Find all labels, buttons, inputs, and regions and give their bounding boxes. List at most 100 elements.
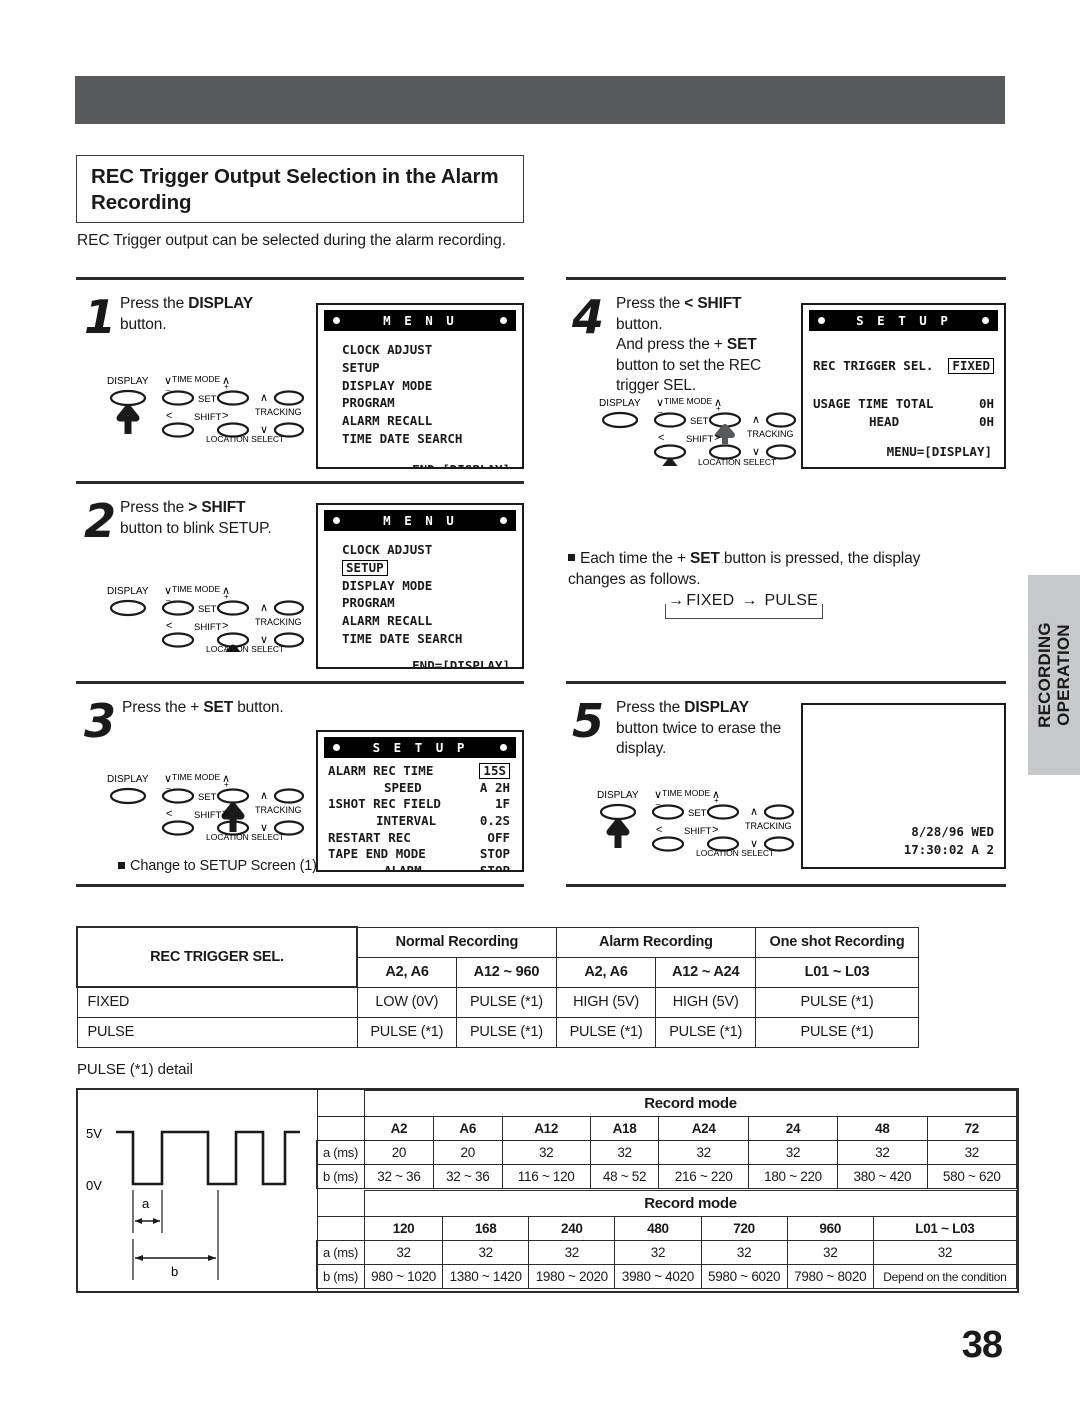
step-3-text: Press the + SET button. [122,698,362,719]
menu-item: DISPLAY MODE [342,577,433,593]
mode-col: 168 [442,1216,530,1241]
shift-left-button [161,632,195,648]
osd-dot-left-icon [333,317,340,324]
step-2-instruction: Press the > SHIFT button to blink SETUP. [120,499,272,537]
cell: 3980 ~ 4020 [614,1264,702,1289]
svg-text:+: + [224,592,229,601]
menu-item: ALARM RECALL [342,613,433,628]
menu-item: TIME DATE SEARCH [342,430,463,446]
cell: Depend on the condition [872,1264,1018,1289]
menu-item: TIME DATE SEARCH [342,630,463,646]
shift-label: SHIFT [684,826,712,837]
cell: 180 ~ 220 [747,1164,839,1189]
cell: 7980 ~ 8020 [786,1264,874,1289]
mode-col: A12 [501,1116,591,1141]
osd-date: 8/28/96 WED [911,823,994,839]
pulse-detail-table-1: Record mode A2 A6 A12 A18 A24 24 48 72 a… [316,1090,1018,1189]
screen-1-title: M E N U [383,313,457,328]
shift-label: SHIFT [194,622,222,633]
cell: 20 [432,1140,503,1165]
right-glyph: > [714,432,720,444]
left-glyph: < [166,410,172,422]
intro-text: REC Trigger output can be selected durin… [77,232,506,249]
setup-row: SPEED A 2H [384,779,510,795]
row-label-a: a (ms) [316,1240,365,1265]
svg-text:_: _ [165,592,171,601]
screen-4-body: REC TRIGGER SEL. FIXED USAGE TIME TOTAL … [803,331,1004,430]
setup-row: 1SHOT REC FIELD 1F [328,796,510,812]
subcol-header: A12 ~ A24 [655,956,756,988]
mode-col: 72 [926,1116,1018,1141]
shift-left-button [161,820,195,836]
set-minus-button [653,412,687,428]
svg-text:+: + [224,780,229,789]
cell: HIGH (5V) [655,986,756,1018]
left-glyph: < [166,620,172,632]
screen-4-title: S E T U P [856,313,951,328]
detail-corner-2 [316,1216,365,1241]
cell: PULSE (*1) [755,986,919,1018]
row-label-a: a (ms) [316,1140,365,1165]
cell: PULSE (*1) [456,986,557,1018]
mode-col: A24 [658,1116,749,1141]
cell: 32 [442,1240,530,1265]
display-label: DISPLAY [107,774,149,785]
mode-col: 960 [786,1216,874,1241]
record-mode-header: Record mode [364,1190,1017,1217]
osd-dot-right-icon [500,744,507,751]
set-minus-button [161,390,195,406]
cell: 32 ~ 36 [432,1164,503,1189]
screen-2-title: M E N U [383,513,457,528]
divider-left-1 [76,277,524,280]
screen-menu-2: M E N U CLOCK ADJUST SETUP DISPLAY MODE … [316,503,524,669]
screen-2-end: END=[DISPLAY] [412,657,510,669]
waveform-a-label: a [142,1196,150,1211]
time-mode-label: TIME MODE [172,772,220,782]
menu-item: PROGRAM [342,395,395,411]
button-panel-svg: DISPLAY TIME MODE ∨ ∧ _ + SET < > SHIFT … [107,374,305,442]
right-glyph: > [222,620,228,632]
header-bar [75,76,1005,124]
set-minus-button [161,788,195,804]
tracking-up-button [273,600,305,616]
detail-row-b: b (ms) 980 ~ 1020 1380 ~ 1420 1980 ~ 202… [316,1264,1018,1289]
cycle-note: Each time the + SET button is pressed, t… [568,549,998,591]
location-select-label: LOCATION SELECT [206,832,284,840]
cycle-loop-labels: → FIXED → PULSE [667,592,819,610]
right-glyph: > [222,808,228,820]
cycle-option-1: FIXED [685,592,736,609]
cell: 380 ~ 420 [837,1164,928,1189]
display-label: DISPLAY [107,376,149,387]
cell: 32 [926,1140,1018,1165]
screen-3-body: ALARM REC TIME 15S SPEED A 2H 1SHOT REC … [318,758,522,870]
rec-trigger-table: REC TRIGGER SEL. Normal Recording Alarm … [76,926,919,1048]
cell: 32 [658,1140,749,1165]
svg-text:_: _ [655,796,661,805]
time-mode-label: TIME MODE [172,584,220,594]
side-tab-line2: OPERATION [1054,624,1074,726]
group-header-oneshot: One shot Recording [755,926,919,958]
shift-left-button [653,444,687,460]
mode-col: A18 [589,1116,660,1141]
loop-arrow-in-icon: → [667,592,686,609]
cell: 32 [501,1140,591,1165]
cycle-option-2: PULSE [763,592,819,609]
time-mode-label: TIME MODE [662,788,710,798]
button-panel-svg: DISPLAY TIME MODE ∨ ∧ _ + SET < > SHIFT … [107,772,305,840]
location-select-label: LOCATION SELECT [698,457,776,466]
control-panel-3: DISPLAY TIME MODE ∨ ∧ _ + SET < > SHIFT … [102,770,312,840]
display-label: DISPLAY [597,790,639,801]
time-mode-label: TIME MODE [664,396,712,406]
cell: 32 [872,1240,1018,1265]
display-button [109,787,147,805]
cell: 32 [363,1240,444,1265]
mode-col: A2 [364,1116,434,1141]
cell: 48 ~ 52 [589,1164,660,1189]
waveform-b-label: b [171,1264,178,1279]
detail-row-a: a (ms) 32 32 32 32 32 32 32 [316,1240,1018,1265]
screen-1-end: END=[DISPLAY] [412,461,510,469]
page-title: REC Trigger Output Selection in the Alar… [91,165,499,215]
group-header-alarm: Alarm Recording [555,926,757,958]
mode-col: 48 [837,1116,928,1141]
cell: LOW (0V) [356,986,458,1018]
